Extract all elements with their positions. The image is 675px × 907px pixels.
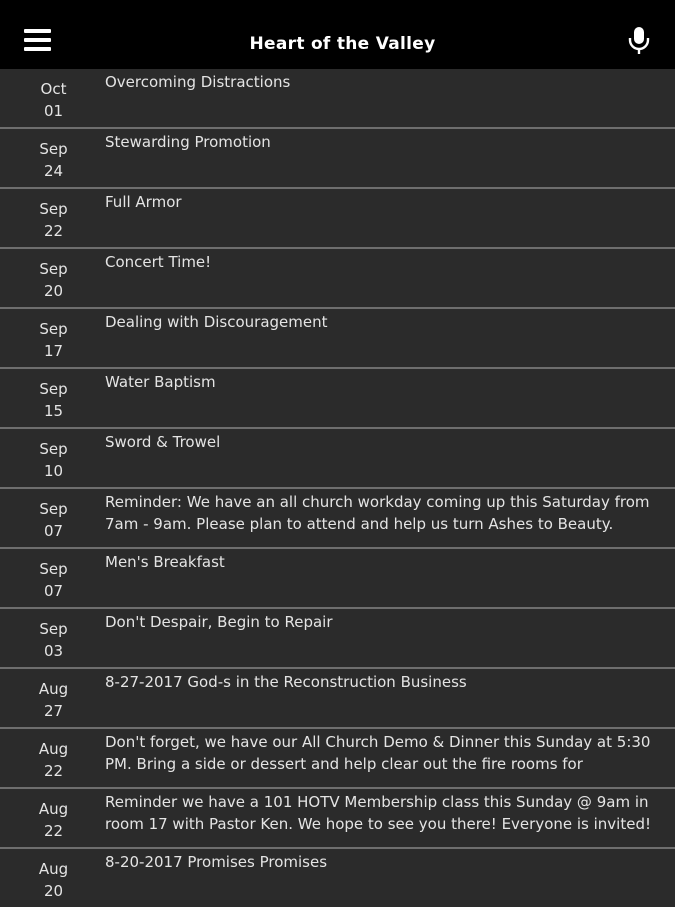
list-item[interactable]: Sep 03 Don't Despair, Begin to Repair — [0, 609, 675, 669]
list-item-date: Sep 20 — [0, 258, 107, 302]
list-item-title: Don't forget, we have our All Church Dem… — [105, 733, 651, 773]
list-item-day: 15 — [43, 402, 64, 420]
list-item-month: Sep — [39, 440, 68, 458]
list-item-title: Don't Despair, Begin to Repair — [105, 613, 333, 631]
list-item-day: 20 — [43, 282, 64, 300]
list-item-day: 07 — [43, 582, 64, 600]
list-item-month: Sep — [39, 560, 68, 578]
list-item-date: Aug 22 — [0, 798, 107, 842]
message-list: Oct 01 Overcoming Distractions Sep 24 Stew… — [0, 69, 675, 907]
list-item-month: Aug — [38, 740, 69, 758]
list-item-date: Aug 27 — [0, 678, 107, 722]
list-item-month: Sep — [39, 380, 68, 398]
list-item-date: Aug 22 — [0, 738, 107, 782]
list-item[interactable]: Sep 22 Full Armor — [0, 189, 675, 249]
list-item-day: 27 — [43, 702, 64, 720]
list-item[interactable]: Oct 01 Overcoming Distractions — [0, 69, 675, 129]
list-item[interactable]: Aug 27 8-27-2017 God-s in the Reconstruct… — [0, 669, 675, 729]
list-item-day: 22 — [43, 822, 64, 840]
list-item-date: Sep 03 — [0, 618, 107, 662]
list-item-day: 22 — [43, 222, 64, 240]
list-item-date: Sep 07 — [0, 498, 107, 542]
list-item-day: 20 — [43, 882, 64, 900]
list-item-title: Water Baptism — [105, 373, 216, 391]
list-item-date: Aug 20 — [0, 858, 107, 902]
page-title: Heart of the Valley — [249, 34, 436, 54]
list-item-month: Aug — [38, 680, 69, 698]
list-item[interactable]: Aug 22 Reminder we have a 101 HOTV Member… — [0, 789, 675, 849]
list-item[interactable]: Aug 22 Don't forget, we have our All Chur… — [0, 729, 675, 789]
list-item-title: Overcoming Distractions — [105, 73, 291, 91]
list-item-title: Men's Breakfast — [105, 553, 225, 571]
list-item-day: 22 — [43, 762, 64, 780]
list-item-day: 03 — [43, 642, 64, 660]
list-item-title: Stewarding Promotion — [105, 133, 271, 151]
list-item-date: Sep 22 — [0, 198, 107, 242]
list-item-day: 17 — [43, 342, 64, 360]
list-item[interactable]: Sep 10 Sword & Trowel — [0, 429, 675, 489]
list-item-day: 07 — [43, 522, 64, 540]
list-item-title: Reminder: We have an all church workday … — [105, 493, 650, 533]
list-item-month: Sep — [39, 260, 68, 278]
list-item-date: Sep 24 — [0, 138, 107, 182]
list-item[interactable]: Sep 17 Dealing with Discouragement — [0, 309, 675, 369]
list-item-month: Aug — [38, 860, 69, 878]
list-item-date: Sep 17 — [0, 318, 107, 362]
list-item[interactable]: Sep 07 Reminder: We have an all church wo… — [0, 489, 675, 549]
list-item-date: Sep 15 — [0, 378, 107, 422]
app-header: Heart of the Valley — [0, 0, 675, 69]
list-item[interactable]: Aug 20 8-20-2017 Promises Promises — [0, 849, 675, 907]
list-item-title: Dealing with Discouragement — [105, 313, 328, 331]
list-item-month: Sep — [39, 620, 68, 638]
list-item-month: Sep — [39, 500, 68, 518]
list-item-date: Sep 07 — [0, 558, 107, 602]
list-item-title: 8-20-2017 Promises Promises — [105, 853, 328, 871]
list-item-title: Reminder we have a 101 HOTV Membership c… — [105, 793, 651, 833]
list-item-day: 10 — [43, 462, 64, 480]
list-item-month: Sep — [39, 200, 68, 218]
list-item-title: Full Armor — [105, 193, 182, 211]
list-item-title: 8-27-2017 God-s in the Reconstruction Bu… — [105, 673, 467, 691]
list-item-month: Sep — [39, 320, 68, 338]
list-item-date: Sep 10 — [0, 438, 107, 482]
list-item-month: Sep — [39, 140, 68, 158]
list-item[interactable]: Sep 15 Water Baptism — [0, 369, 675, 429]
list-item-title: Sword & Trowel — [105, 433, 221, 451]
list-item-day: 01 — [43, 102, 64, 120]
list-item[interactable]: Sep 24 Stewarding Promotion — [0, 129, 675, 189]
list-item[interactable]: Sep 20 Concert Time! — [0, 249, 675, 309]
list-item-date: Oct 01 — [0, 78, 107, 122]
list-item-title: Concert Time! — [105, 253, 212, 271]
list-item-month: Aug — [38, 800, 69, 818]
list-item-month: Oct — [40, 80, 67, 98]
list-item[interactable]: Sep 07 Men's Breakfast — [0, 549, 675, 609]
microphone-icon[interactable] — [626, 26, 652, 56]
list-item-day: 24 — [43, 162, 64, 180]
